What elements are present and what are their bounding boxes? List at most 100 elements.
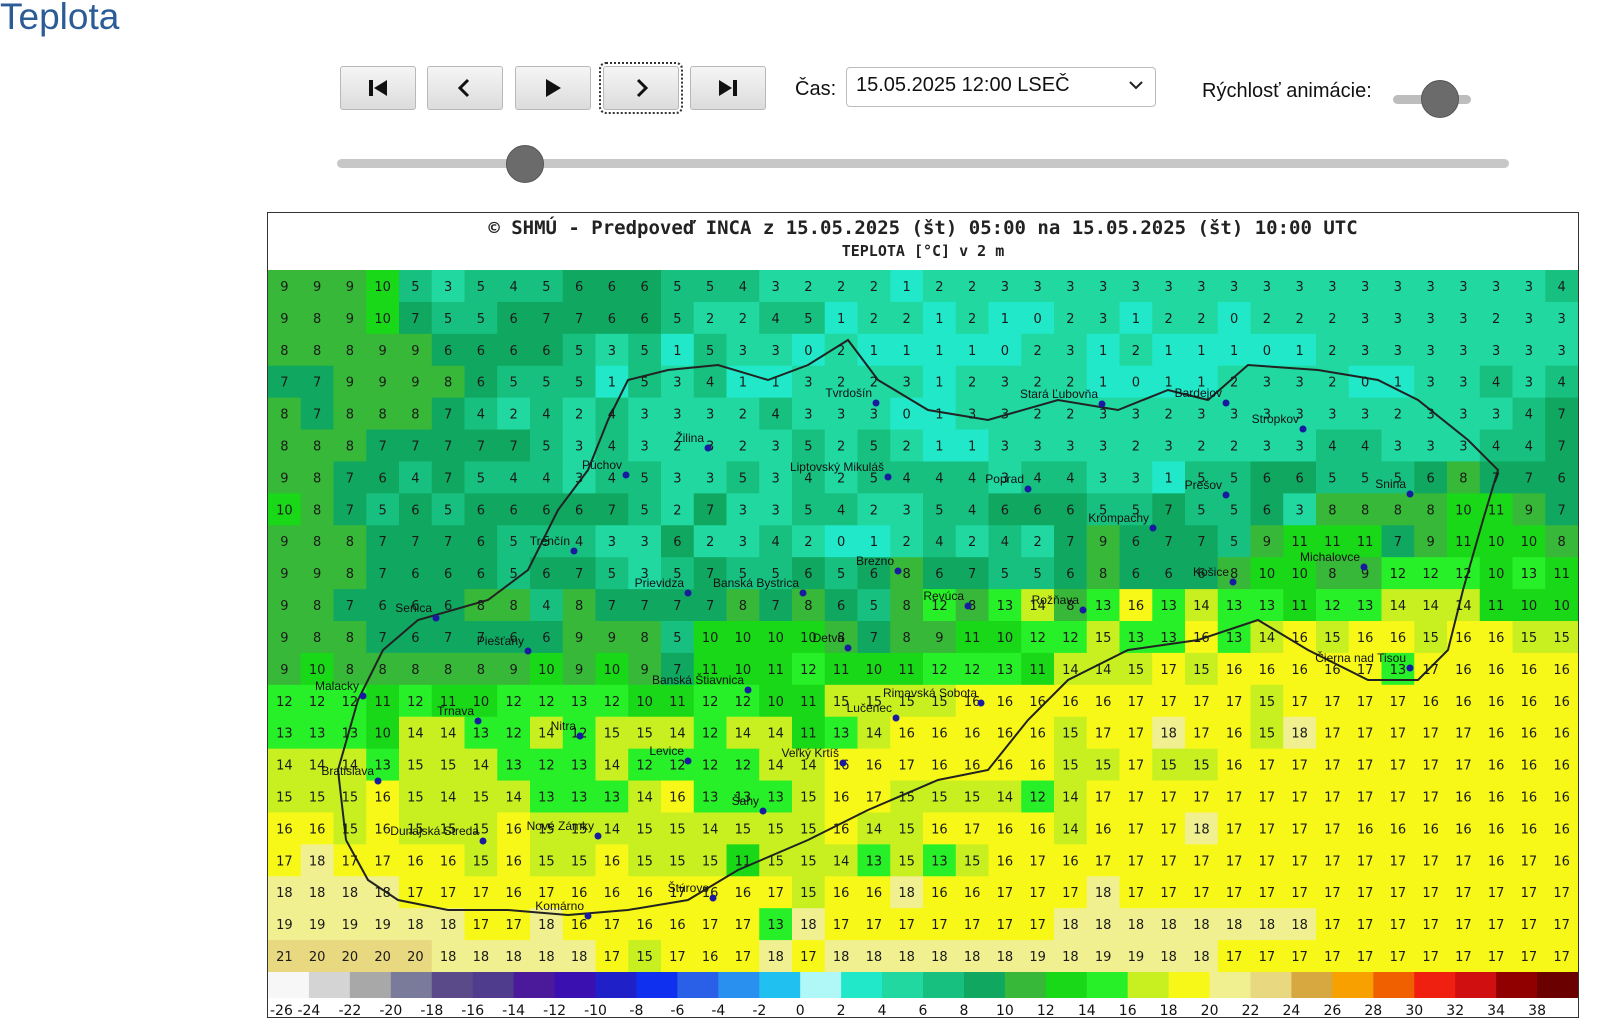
temperature-value: 9 — [280, 631, 288, 646]
temperature-value: 16 — [1488, 727, 1505, 742]
temperature-value: 16 — [374, 791, 391, 806]
temperature-value: 10 — [538, 663, 555, 678]
temperature-value: 17 — [1226, 791, 1243, 806]
temperature-value: 10 — [767, 695, 784, 710]
temperature-value: 1 — [935, 440, 943, 455]
color-scale-label: 8 — [959, 1003, 968, 1018]
temperature-value: 3 — [1426, 344, 1434, 359]
temperature-value: 17 — [1128, 854, 1145, 869]
temperature-value: 10 — [374, 312, 391, 327]
temperature-value: 5 — [640, 503, 648, 518]
city-label: Liptovský Mikuláš — [790, 460, 884, 474]
temperature-value: 7 — [346, 503, 354, 518]
temperature-value: 16 — [1488, 759, 1505, 774]
temperature-value: 16 — [1521, 663, 1538, 678]
temperature-value: 13 — [767, 791, 784, 806]
temperature-value: 6 — [804, 567, 812, 582]
city-marker — [744, 686, 752, 694]
temperature-value: 12 — [702, 759, 719, 774]
temperature-value: 4 — [1492, 376, 1500, 391]
speed-slider-thumb[interactable] — [1420, 80, 1459, 118]
temperature-value: 8 — [313, 471, 321, 486]
temperature-value: 5 — [542, 440, 550, 455]
temperature-value: 6 — [1426, 471, 1434, 486]
color-scale-label: -8 — [629, 1003, 643, 1018]
temperature-value: 14 — [604, 822, 621, 837]
temperature-value: 13 — [1160, 599, 1177, 614]
temperature-value: 6 — [378, 471, 386, 486]
temperature-value: 17 — [1390, 886, 1407, 901]
temperature-value: 16 — [571, 918, 588, 933]
temperature-value: 17 — [898, 918, 915, 933]
temperature-value: 17 — [702, 918, 719, 933]
temperature-value: 16 — [1553, 791, 1570, 806]
temperature-value: 17 — [1291, 886, 1308, 901]
temperature-value: 3 — [1295, 503, 1303, 518]
temperature-value: 17 — [1095, 727, 1112, 742]
temperature-value: 15 — [767, 822, 784, 837]
city-marker — [884, 473, 892, 481]
temperature-value: 18 — [767, 950, 784, 965]
temperature-value: 16 — [702, 950, 719, 965]
temperature-value: 2 — [1033, 344, 1041, 359]
temperature-value: 17 — [669, 950, 686, 965]
temperature-value: 3 — [1263, 440, 1271, 455]
temperature-value: 16 — [1193, 631, 1210, 646]
temperature-value: 15 — [571, 854, 588, 869]
timeline-slider-thumb[interactable] — [505, 145, 544, 183]
temperature-value: 7 — [608, 599, 616, 614]
temperature-value: 8 — [509, 599, 517, 614]
temperature-value: 2 — [1230, 440, 1238, 455]
temperature-value: 14 — [767, 759, 784, 774]
temperature-value: 2 — [1328, 376, 1336, 391]
temperature-value: 18 — [309, 886, 326, 901]
temperature-value: 16 — [1553, 663, 1570, 678]
temperature-value: 13 — [1521, 567, 1538, 582]
color-scale-swatch — [1127, 972, 1170, 998]
last-frame-button[interactable] — [690, 66, 766, 110]
city-label: Bardejov — [1175, 386, 1222, 400]
temperature-value: 3 — [673, 471, 681, 486]
first-frame-button[interactable] — [340, 66, 416, 110]
temperature-value: 16 — [440, 854, 457, 869]
temperature-value: 5 — [1001, 567, 1009, 582]
temperature-value: 13 — [997, 599, 1014, 614]
previous-frame-button[interactable] — [427, 66, 503, 110]
temperature-value: 2 — [968, 535, 976, 550]
temperature-value: 13 — [931, 854, 948, 869]
temperature-value: 3 — [1525, 344, 1533, 359]
temperature-value: 3 — [608, 344, 616, 359]
temperature-value: 15 — [407, 759, 424, 774]
temperature-value: 17 — [342, 854, 359, 869]
temperature-value: 14 — [407, 727, 424, 742]
temperature-value: 17 — [1291, 822, 1308, 837]
temperature-value: 11 — [1029, 663, 1046, 678]
temperature-value: 14 — [800, 759, 817, 774]
temperature-value: 18 — [898, 886, 915, 901]
play-button[interactable] — [515, 66, 591, 110]
temperature-value: 16 — [931, 759, 948, 774]
temperature-value: 17 — [1291, 791, 1308, 806]
temperature-value: 17 — [1357, 918, 1374, 933]
temperature-value: 18 — [1193, 950, 1210, 965]
temperature-value: 17 — [1357, 791, 1374, 806]
temperature-value: 6 — [542, 567, 550, 582]
temperature-value: 17 — [1422, 759, 1439, 774]
temperature-value: 3 — [1361, 408, 1369, 423]
temperature-value: 14 — [473, 759, 490, 774]
temperature-value: 4 — [1033, 471, 1041, 486]
temperature-value: 18 — [1128, 918, 1145, 933]
temperature-value: 13 — [866, 854, 883, 869]
temperature-value: 17 — [767, 886, 784, 901]
temperature-value: 8 — [378, 408, 386, 423]
city-label: Trnava — [437, 704, 474, 718]
temperature-value: 5 — [1230, 471, 1238, 486]
time-select[interactable]: 15.05.2025 12:00 LSEČ — [846, 67, 1156, 107]
next-frame-button[interactable] — [599, 62, 683, 114]
temperature-value: 17 — [1357, 950, 1374, 965]
temperature-value: 19 — [374, 918, 391, 933]
temperature-value: 6 — [378, 599, 386, 614]
temperature-value: 5 — [706, 280, 714, 295]
city-marker — [524, 647, 532, 655]
temperature-value: 2 — [1033, 408, 1041, 423]
